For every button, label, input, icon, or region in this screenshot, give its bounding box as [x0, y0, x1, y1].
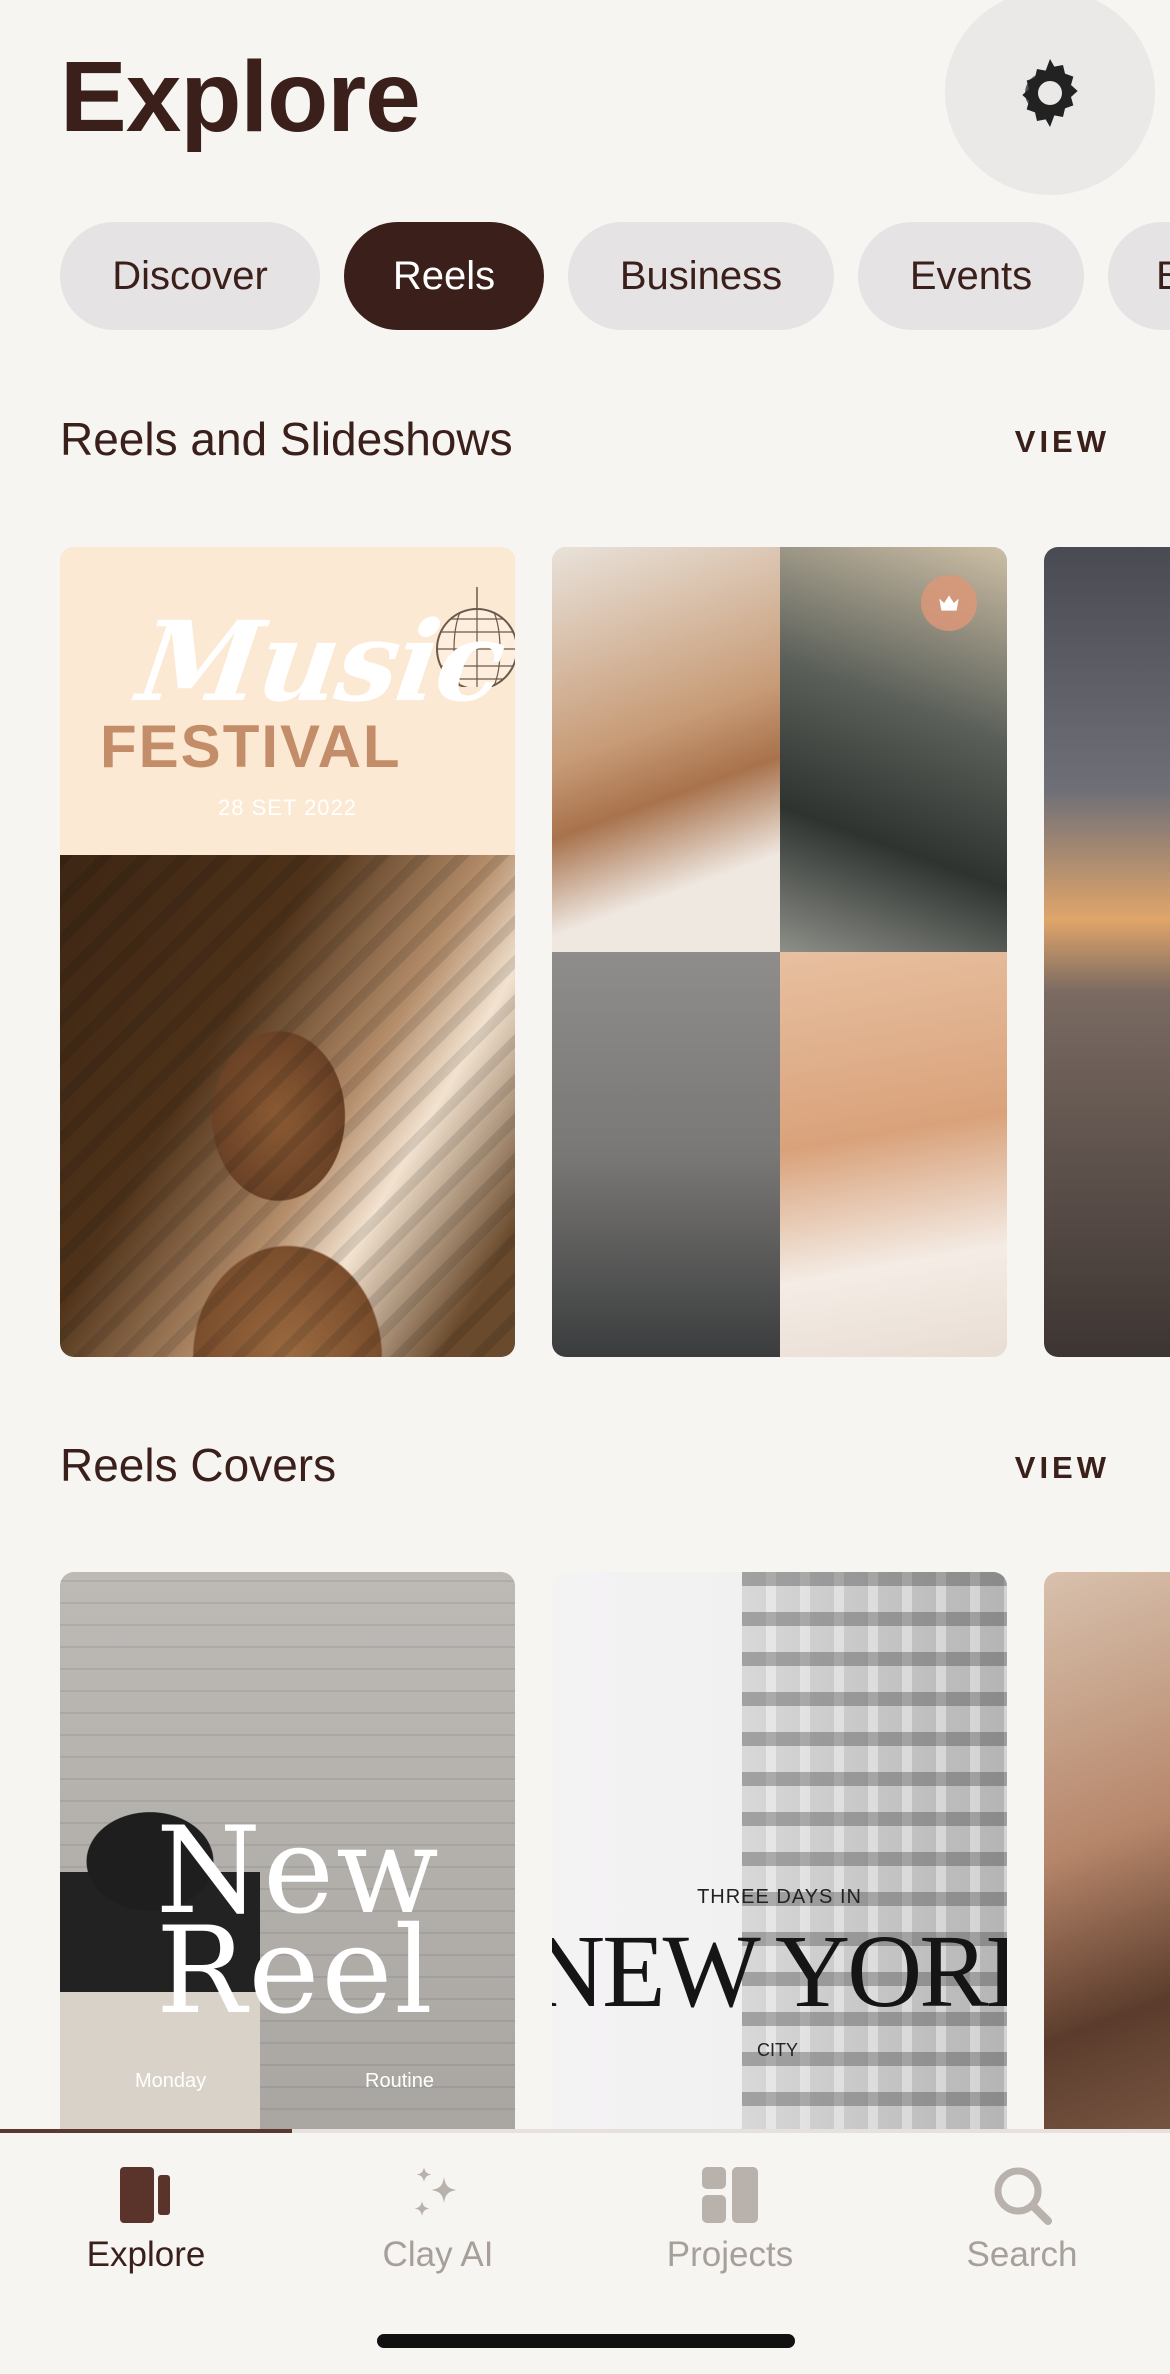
collage-photo-plant — [779, 952, 1007, 1357]
premium-badge — [921, 575, 977, 631]
template-card-music-festival[interactable]: Music FESTIVAL 28 SET 2022 — [60, 547, 515, 1357]
home-indicator — [377, 2334, 795, 2348]
cover-subtitle: THREE DAYS IN — [697, 1886, 862, 1908]
tab-label: Projects — [666, 2235, 794, 2274]
chip-events[interactable]: Events — [858, 222, 1084, 330]
tab-explore[interactable]: Explore — [0, 2163, 292, 2293]
section-title-reels-covers: Reels Covers — [60, 1439, 337, 1491]
projects-icon — [702, 2167, 758, 2223]
cover-title: New Reel — [156, 1812, 441, 2032]
view-reels-slideshows-link[interactable]: VIEW — [1015, 424, 1110, 460]
cover-card-portrait[interactable] — [1044, 1572, 1170, 2132]
tab-label: Search — [966, 2235, 1078, 2274]
gear-icon — [1022, 58, 1078, 127]
chip-business[interactable]: Business — [568, 222, 834, 330]
cover-card-new-york[interactable]: THREE DAYS IN NEW YORK CITY — [552, 1572, 1007, 2132]
tab-label: Explore — [86, 2235, 206, 2274]
page-title: Explore — [60, 41, 421, 153]
tab-label: Clay AI — [382, 2235, 494, 2274]
tab-clay-ai[interactable]: Clay AI — [292, 2163, 584, 2293]
category-chips: Discover Reels Business Events B — [60, 222, 1170, 330]
card-title-music: Music — [130, 597, 512, 726]
card-date: 28 SET 2022 — [217, 795, 358, 820]
card-title-festival: FESTIVAL — [100, 713, 402, 780]
cover-caption-left: Monday — [135, 2070, 207, 2092]
settings-button[interactable] — [945, 0, 1155, 195]
cover-caption: CITY — [757, 2040, 799, 2060]
chip-reels[interactable]: Reels — [344, 222, 544, 330]
template-card-collage[interactable] — [552, 547, 1007, 1357]
cover-caption-right: Routine — [365, 2070, 434, 2092]
explore-screen: Explore Discover Reels Business Events B… — [0, 0, 1170, 2374]
section-title-reels-slideshows: Reels and Slideshows — [60, 413, 513, 465]
tab-projects[interactable]: Projects — [584, 2163, 876, 2293]
chip-discover[interactable]: Discover — [60, 222, 320, 330]
tab-search[interactable]: Search — [876, 2163, 1168, 2293]
view-reels-covers-link[interactable]: VIEW — [1015, 1450, 1110, 1486]
crown-icon — [939, 595, 959, 611]
cover-card-new-reel[interactable]: New Reel Monday Routine — [60, 1572, 515, 2132]
active-tab-indicator — [0, 2129, 292, 2133]
cover-title: NEW YORK — [552, 1914, 1007, 2029]
search-icon — [994, 2167, 1052, 2225]
template-card-rooftop[interactable] — [1044, 547, 1170, 1357]
explore-icon — [120, 2167, 170, 2223]
collage-photo-shoes — [552, 547, 780, 952]
collage-photo-sunglasses — [552, 952, 780, 1357]
sparkles-icon — [414, 2167, 457, 2216]
shadow-stripes — [60, 855, 515, 1357]
cover-title-line2: Reel — [156, 1902, 435, 2041]
chip-partial[interactable]: B — [1108, 222, 1170, 330]
